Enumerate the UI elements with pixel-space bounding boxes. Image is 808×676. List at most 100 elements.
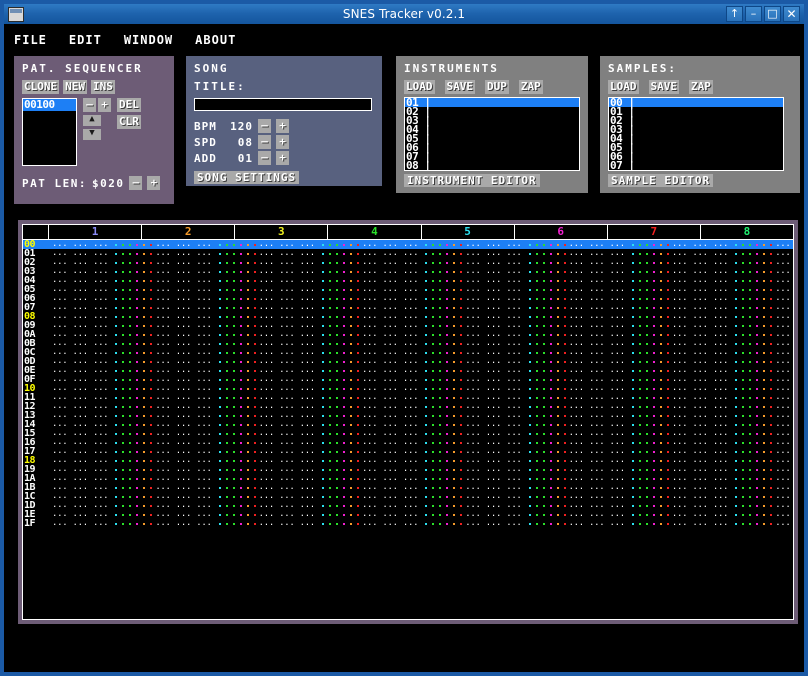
instruments-load-button[interactable]: LOAD: [404, 80, 435, 94]
cell-effect-dot: [240, 514, 242, 516]
cell-effect-dot: [660, 271, 662, 273]
sequencer-minus-button[interactable]: –: [83, 98, 96, 112]
add-plus-button[interactable]: +: [276, 151, 289, 165]
cell-effect-dots: [632, 262, 669, 264]
samples-zap-button[interactable]: ZAP: [689, 80, 713, 94]
close-button[interactable]: ✕: [783, 6, 800, 22]
list-item[interactable]: 07 |: [405, 152, 579, 161]
list-item[interactable]: 04 |: [405, 125, 579, 134]
list-item[interactable]: 01 |: [405, 98, 579, 107]
pattern-cell[interactable]: ... ... ...: [772, 519, 794, 528]
list-item[interactable]: 06 |: [609, 152, 783, 161]
cell-effect-dot: [143, 433, 145, 435]
cell-effect-dot: [632, 469, 634, 471]
bpm-plus-button[interactable]: +: [276, 119, 289, 133]
add-minus-button[interactable]: –: [258, 151, 271, 165]
list-item[interactable]: 03 |: [405, 116, 579, 125]
channel-header-6[interactable]: 6: [515, 225, 608, 239]
cell-effect-dots: [735, 271, 772, 273]
list-item[interactable]: 05 |: [405, 134, 579, 143]
pattern-cell[interactable]: ... ... ...: [152, 519, 255, 528]
list-item[interactable]: 07 |: [609, 161, 783, 170]
pattern-editor[interactable]: 12345678 00... ... ...... ... ...... ...…: [22, 224, 794, 620]
cell-effect-dot: [136, 451, 138, 453]
pattern-cell[interactable]: ... ... ...: [462, 519, 565, 528]
list-item[interactable]: 05 |: [609, 143, 783, 152]
cell-effect-dot: [756, 325, 758, 327]
pattern-length-plus-button[interactable]: +: [147, 176, 160, 190]
sequencer-list[interactable]: 00100: [22, 98, 77, 166]
clone-button[interactable]: CLONE: [22, 80, 59, 94]
ins-button[interactable]: INS: [91, 80, 115, 94]
instruments-save-button[interactable]: SAVE: [445, 80, 476, 94]
list-item[interactable]: 01 |: [609, 107, 783, 116]
cell-effect-dot: [336, 424, 338, 426]
pattern-cell[interactable]: ... ... ...: [566, 519, 669, 528]
menu-file[interactable]: FILE: [14, 33, 47, 47]
channel-header-5[interactable]: 5: [422, 225, 515, 239]
new-button[interactable]: NEW: [63, 80, 87, 94]
cell-effect-dot: [240, 496, 242, 498]
cell-effect-dot: [529, 298, 531, 300]
channel-header-8[interactable]: 8: [701, 225, 793, 239]
cell-effect-dot: [122, 514, 124, 516]
pattern-rows[interactable]: 00... ... ...... ... ...... ... ...... .…: [23, 240, 793, 528]
cell-effect-dots: [115, 298, 152, 300]
menu-edit[interactable]: EDIT: [69, 33, 102, 47]
cell-effect-dot: [233, 487, 235, 489]
instruments-zap-button[interactable]: ZAP: [519, 80, 543, 94]
samples-list[interactable]: 00 | 01 | 02 | 03 | 04 | 05 | 06 | 07 |: [608, 97, 784, 171]
cell-effect-dot: [240, 316, 242, 318]
channel-header-7[interactable]: 7: [608, 225, 701, 239]
pattern-cell[interactable]: ... ... ...: [359, 519, 462, 528]
list-item[interactable]: 08 |: [405, 161, 579, 170]
sequencer-plus-button[interactable]: +: [98, 98, 111, 112]
bpm-minus-button[interactable]: –: [258, 119, 271, 133]
instruments-dup-button[interactable]: DUP: [485, 80, 509, 94]
pattern-row[interactable]: 1F... ... ...... ... ...... ... ...... .…: [23, 519, 793, 528]
shade-button[interactable]: ↑: [726, 6, 743, 22]
minimize-button[interactable]: –: [745, 6, 762, 22]
spd-plus-button[interactable]: +: [276, 135, 289, 149]
cell-effect-dot: [343, 424, 345, 426]
cell-effect-dot: [115, 433, 117, 435]
pattern-length-minus-button[interactable]: –: [129, 176, 142, 190]
maximize-button[interactable]: □: [764, 6, 781, 22]
list-item[interactable]: 02 |: [609, 116, 783, 125]
list-item[interactable]: 02 |: [405, 107, 579, 116]
cell-effect-dot: [543, 505, 545, 507]
pattern-cell[interactable]: ... ... ...: [49, 519, 152, 528]
list-item[interactable]: 06 |: [405, 143, 579, 152]
menu-about[interactable]: ABOUT: [195, 33, 236, 47]
sample-editor-button[interactable]: SAMPLE EDITOR: [608, 174, 713, 187]
cell-effect-dot: [646, 280, 648, 282]
spd-minus-button[interactable]: –: [258, 135, 271, 149]
cell-effect-dot: [425, 433, 427, 435]
list-item[interactable]: 03 |: [609, 125, 783, 134]
channel-header-1[interactable]: 1: [49, 225, 142, 239]
clr-button[interactable]: CLR: [117, 115, 141, 129]
menu-window[interactable]: WINDOW: [124, 33, 173, 47]
cell-effect-dot: [756, 523, 758, 525]
list-item[interactable]: 04 |: [609, 134, 783, 143]
cell-effect-dot: [129, 478, 131, 480]
instruments-list[interactable]: 01 | 02 | 03 | 04 | 05 | 06 | 07 | 08 |: [404, 97, 580, 171]
channel-header-2[interactable]: 2: [142, 225, 235, 239]
channel-header-3[interactable]: 3: [235, 225, 328, 239]
cell-effect-dot: [226, 496, 228, 498]
samples-load-button[interactable]: LOAD: [608, 80, 639, 94]
del-button[interactable]: DEL: [117, 98, 141, 112]
cell-effect-dot: [529, 433, 531, 435]
pattern-cell[interactable]: ... ... ...: [669, 519, 772, 528]
sequencer-up-button[interactable]: ▲: [83, 115, 101, 126]
sequencer-entry[interactable]: 00100: [23, 99, 76, 111]
channel-header-4[interactable]: 4: [328, 225, 421, 239]
sequencer-down-button[interactable]: ▼: [83, 129, 101, 140]
pattern-cell[interactable]: ... ... ...: [256, 519, 359, 528]
instrument-editor-button[interactable]: INSTRUMENT EDITOR: [404, 174, 540, 187]
song-title-input[interactable]: [194, 98, 372, 111]
song-settings-button[interactable]: SONG SETTINGS: [194, 171, 299, 184]
list-item[interactable]: 00 |: [609, 98, 783, 107]
cell-effect-dots: [425, 352, 462, 354]
samples-save-button[interactable]: SAVE: [649, 80, 680, 94]
